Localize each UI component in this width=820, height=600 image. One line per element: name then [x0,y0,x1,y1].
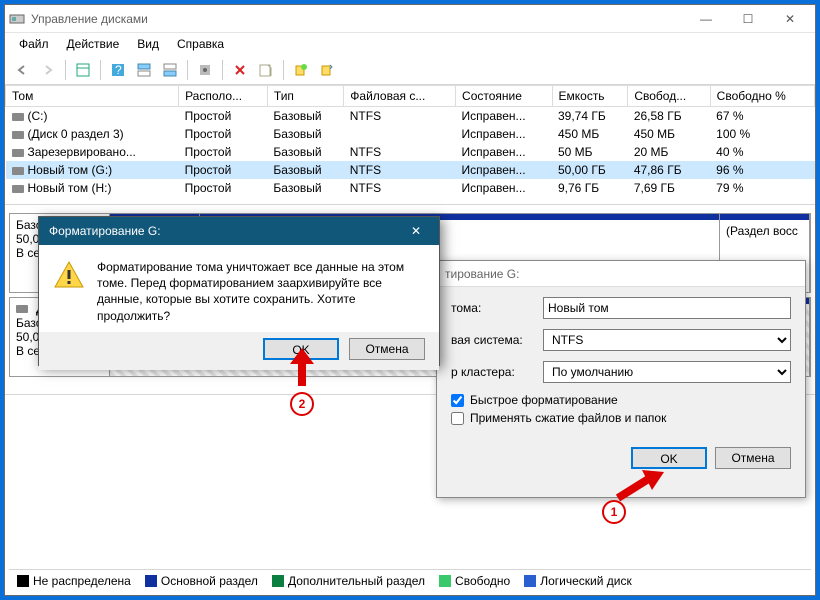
volume-name-field[interactable] [543,297,791,319]
menu-action[interactable]: Действие [59,35,128,53]
confirm-cancel-button[interactable]: Отмена [349,338,425,360]
table-row[interactable]: (C:)ПростойБазовыйNTFSИсправен...39,74 Г… [6,107,815,126]
menu-file[interactable]: Файл [11,35,57,53]
table-row[interactable]: Новый том (G:)ПростойБазовыйNTFSИсправен… [6,161,815,179]
confirm-ok-button[interactable]: OK [263,338,339,360]
forward-button[interactable] [37,59,59,81]
maximize-button[interactable]: ☐ [727,6,769,32]
format-dialog-title: тирование G: [445,267,519,281]
menu-help[interactable]: Справка [169,35,232,53]
back-button[interactable] [11,59,33,81]
window-title: Управление дисками [31,12,685,26]
col-volume[interactable]: Том [6,86,179,107]
format-dialog-titlebar[interactable]: тирование G: [437,261,805,287]
delete-button[interactable] [229,59,251,81]
legend: Не распределена Основной раздел Дополнит… [9,569,811,591]
menubar: Файл Действие Вид Справка [5,33,815,55]
legend-logical: Логический диск [524,574,632,588]
col-free[interactable]: Свобод... [628,86,710,107]
help-button[interactable]: ? [107,59,129,81]
toolbar: ? [5,55,815,85]
cluster-size-select[interactable]: По умолчанию [543,361,791,383]
volume-name-label: тома: [451,301,543,315]
app-icon [9,11,25,27]
table-row[interactable]: (Диск 0 раздел 3)ПростойБазовыйИсправен.… [6,125,815,143]
col-fs[interactable]: Файловая с... [344,86,456,107]
legend-free: Свободно [439,574,510,588]
settings-button[interactable] [194,59,216,81]
format-cancel-button[interactable]: Отмена [715,447,791,469]
confirm-dialog-title: Форматирование G: [49,224,403,238]
view-list-button[interactable] [72,59,94,81]
compress-checkbox[interactable] [451,412,464,425]
confirm-dialog-titlebar[interactable]: Форматирование G: ✕ [39,217,439,245]
titlebar[interactable]: Управление дисками — ☐ ✕ [5,5,815,33]
view-bottom-button[interactable] [159,59,181,81]
compress-label: Применять сжатие файлов и папок [470,411,666,425]
legend-unallocated: Не распределена [17,574,131,588]
properties-button[interactable] [255,59,277,81]
minimize-button[interactable]: — [685,6,727,32]
format-dialog[interactable]: тирование G: тома: вая система: NTFS р к… [436,260,806,498]
quick-format-checkbox[interactable] [451,394,464,407]
confirm-dialog[interactable]: Форматирование G: ✕ Форматирование тома … [38,216,440,366]
col-type[interactable]: Тип [267,86,343,107]
confirm-message: Форматирование тома уничтожает все данны… [97,259,425,324]
cluster-size-label: р кластера: [451,365,543,379]
col-freepct[interactable]: Свободно % [710,86,814,107]
legend-extended: Дополнительный раздел [272,574,425,588]
format-ok-button[interactable]: OK [631,447,707,469]
view-top-button[interactable] [133,59,155,81]
col-layout[interactable]: Располо... [179,86,268,107]
table-row[interactable]: Зарезервировано...ПростойБазовыйNTFSИспр… [6,143,815,161]
warning-icon [53,259,85,291]
refresh-button[interactable] [316,59,338,81]
legend-primary: Основной раздел [145,574,258,588]
volume-table[interactable]: Том Располо... Тип Файловая с... Состоян… [5,85,815,205]
svg-text:?: ? [115,63,122,77]
col-capacity[interactable]: Емкость [552,86,628,107]
filesystem-select[interactable]: NTFS [543,329,791,351]
filesystem-label: вая система: [451,333,543,347]
new-button[interactable] [290,59,312,81]
quick-format-label: Быстрое форматирование [470,393,618,407]
col-state[interactable]: Состояние [456,86,552,107]
table-row[interactable]: Новый том (H:)ПростойБазовыйNTFSИсправен… [6,179,815,197]
close-button[interactable]: ✕ [769,6,811,32]
menu-view[interactable]: Вид [129,35,167,53]
confirm-close-button[interactable]: ✕ [403,224,429,238]
